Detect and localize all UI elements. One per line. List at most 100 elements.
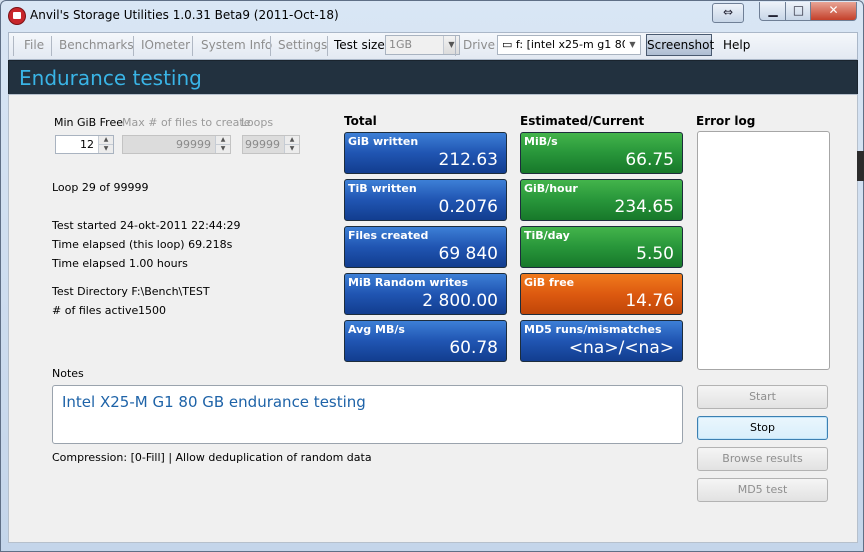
notes-text: Intel X25-M G1 80 GB endurance testing (62, 393, 366, 411)
test-size-value: 1GB (389, 38, 413, 51)
test-size-select[interactable]: 1GB ▼ (385, 35, 460, 55)
toolbar-divider (270, 36, 271, 56)
tile-files-created: Files created 69 840 (344, 226, 507, 268)
toolbar-divider (51, 36, 52, 56)
app-window: Anvil's Storage Utilities 1.0.31 Beta9 (… (0, 0, 864, 552)
chevron-down-icon[interactable]: ▼ (625, 36, 640, 54)
stepper-buttons: ▲ ▼ (284, 136, 299, 153)
error-log-heading: Error log (696, 114, 756, 128)
tile-label: GiB free (524, 276, 575, 289)
estimated-heading: Estimated/Current (520, 114, 645, 128)
tile-value: 14.76 (625, 291, 674, 311)
arrow-down-icon[interactable]: ▼ (216, 145, 230, 153)
page-title: Endurance testing (19, 66, 202, 90)
tile-mib-random-writes: MiB Random writes 2 800.00 (344, 273, 507, 315)
main-panel: Min GiB Free 12 ▲ ▼ Max # of files to cr… (8, 94, 858, 543)
arrow-up-icon[interactable]: ▲ (285, 136, 299, 145)
test-started: Test started 24-okt-2011 22:44:29 (52, 219, 241, 232)
toolbar-divider (455, 36, 456, 56)
toolbar-grip (13, 36, 14, 56)
screenshot-button[interactable]: Screenshot (646, 34, 714, 56)
tile-gib-free: GiB free 14.76 (520, 273, 683, 315)
test-size-label: Test size (334, 38, 385, 52)
time-elapsed-loop: Time elapsed (this loop) 69.218s (52, 238, 233, 251)
menu-settings[interactable]: Settings (278, 38, 327, 52)
title-bar[interactable]: Anvil's Storage Utilities 1.0.31 Beta9 (… (1, 1, 863, 31)
loops-stepper[interactable]: 99999 ▲ ▼ (242, 135, 300, 154)
arrow-up-icon[interactable]: ▲ (99, 136, 113, 145)
start-button[interactable]: Start (697, 385, 828, 409)
loop-status: Loop 29 of 99999 (52, 181, 149, 194)
drive-label: Drive (463, 38, 495, 52)
tile-value: 5.50 (636, 244, 674, 264)
tile-mib-per-sec: MiB/s 66.75 (520, 132, 683, 174)
stop-button[interactable]: Stop (697, 416, 828, 440)
stepper-buttons: ▲ ▼ (215, 136, 230, 153)
tile-value: 234.65 (614, 197, 674, 217)
page-header: Endurance testing (8, 60, 858, 95)
arrow-down-icon[interactable]: ▼ (285, 145, 299, 153)
files-active-label: # of files active (52, 304, 139, 317)
max-files-stepper[interactable]: 99999 ▲ ▼ (122, 135, 231, 154)
tile-gib-written: GiB written 212.63 (344, 132, 507, 174)
menu-benchmarks[interactable]: Benchmarks (59, 38, 134, 52)
compression-info: Compression: [0-Fill] | Allow deduplicat… (52, 451, 372, 464)
tile-tib-day: TiB/day 5.50 (520, 226, 683, 268)
close-button[interactable]: ✕ (810, 2, 857, 21)
tile-value: 66.75 (625, 150, 674, 170)
toolbar-divider (192, 36, 193, 56)
notes-textarea[interactable]: Intel X25-M G1 80 GB endurance testing (52, 385, 683, 444)
window-title: Anvil's Storage Utilities 1.0.31 Beta9 (… (30, 8, 339, 22)
arrow-down-icon[interactable]: ▼ (99, 145, 113, 153)
edge-strip (857, 151, 864, 181)
toolbar-divider (327, 36, 328, 56)
tile-label: TiB written (348, 182, 417, 195)
arrow-up-icon[interactable]: ▲ (216, 136, 230, 145)
files-active-value: 1500 (138, 304, 166, 317)
notes-label: Notes (52, 367, 84, 380)
time-elapsed-total: Time elapsed 1.00 hours (52, 257, 188, 270)
tile-value: <na>/<na> (568, 338, 674, 358)
tile-gib-hour: GiB/hour 234.65 (520, 179, 683, 221)
tile-label: GiB/hour (524, 182, 578, 195)
max-files-value: 99999 (176, 138, 211, 151)
min-gib-free-stepper[interactable]: 12 ▲ ▼ (55, 135, 114, 154)
menu-system-info[interactable]: System Info (201, 38, 272, 52)
min-gib-free-label: Min GiB Free (54, 116, 123, 129)
drive-value: ▭ f: [intel x25-m g1 80gl (502, 38, 639, 51)
min-gib-free-value: 12 (80, 138, 94, 151)
test-directory: Test Directory F:\Bench\TEST (52, 285, 210, 298)
menu-help[interactable]: Help (723, 38, 750, 52)
tile-label: TiB/day (524, 229, 570, 242)
tile-tib-written: TiB written 0.2076 (344, 179, 507, 221)
chevron-down-icon[interactable]: ▼ (443, 36, 459, 54)
menu-file[interactable]: File (24, 38, 44, 52)
loops-label: Loops (241, 116, 274, 129)
loops-value: 99999 (245, 138, 280, 151)
browse-results-button[interactable]: Browse results (697, 447, 828, 471)
tile-label: MiB/s (524, 135, 558, 148)
maximize-button[interactable]: □ (785, 2, 812, 21)
max-files-label: Max # of files to create (122, 116, 251, 129)
drive-icon: ▭ (502, 38, 516, 51)
tile-value: 212.63 (438, 150, 498, 170)
minimize-button[interactable]: ▁ (759, 2, 787, 21)
tile-label: GiB written (348, 135, 419, 148)
md5-test-button[interactable]: MD5 test (697, 478, 828, 502)
tile-md5-runs: MD5 runs/mismatches <na>/<na> (520, 320, 683, 362)
tile-value: 69 840 (438, 244, 498, 264)
menu-iometer[interactable]: IOmeter (141, 38, 190, 52)
toolbar-divider (133, 36, 134, 56)
tile-label: Files created (348, 229, 429, 242)
total-heading: Total (344, 114, 377, 128)
error-log-box[interactable] (697, 131, 830, 370)
stepper-buttons: ▲ ▼ (98, 136, 113, 153)
tile-label: MiB Random writes (348, 276, 469, 289)
tile-value: 0.2076 (438, 197, 498, 217)
tile-label: Avg MB/s (348, 323, 405, 336)
drive-select[interactable]: ▭ f: [intel x25-m g1 80gl ▼ (497, 35, 641, 55)
move-window-button[interactable]: ⇔ (712, 3, 744, 23)
tile-value: 2 800.00 (422, 291, 498, 311)
app-logo-icon (8, 7, 26, 25)
tile-value: 60.78 (449, 338, 498, 358)
